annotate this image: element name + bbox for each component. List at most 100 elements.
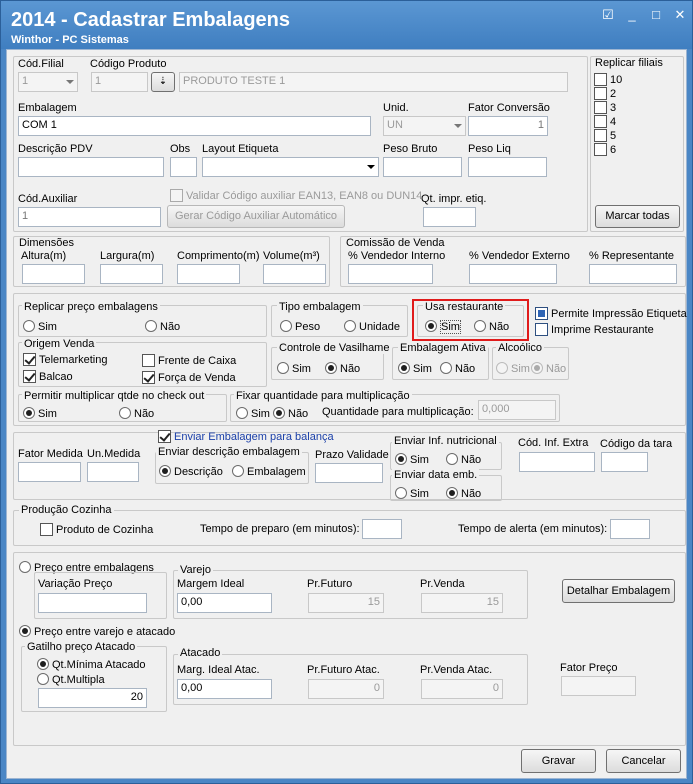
tempo-preparo-field[interactable] — [362, 519, 402, 539]
filial-checkbox[interactable]: 3 — [594, 101, 622, 115]
permitir-mult-sim-radio[interactable]: Sim — [23, 407, 57, 420]
filial-checkbox[interactable]: 6 — [594, 143, 622, 157]
qt-minima-radio[interactable]: Qt.Mínima Atacado — [37, 658, 146, 671]
descricao-radio[interactable]: Descrição — [159, 465, 223, 478]
gatilho-qtd-field[interactable]: 20 — [38, 688, 147, 708]
cod-filial-select[interactable]: 1 — [18, 72, 78, 92]
embalagem-radio[interactable]: Embalagem — [232, 465, 306, 478]
radio-icon — [440, 362, 452, 374]
inf-nutri-nao-radio[interactable]: Não — [446, 453, 481, 466]
checkbox-label: Imprime Restaurante — [551, 324, 654, 336]
maximize-icon[interactable]: □ — [647, 8, 665, 22]
vasilhame-nao-radio[interactable]: Não — [325, 362, 360, 375]
detalhar-embalagem-button[interactable]: Detalhar Embalagem — [562, 579, 675, 603]
tempo-alerta-label: Tempo de alerta (em minutos): — [458, 523, 608, 535]
representante-field[interactable] — [589, 264, 677, 284]
filial-checkbox[interactable]: 5 — [594, 129, 622, 143]
fator-conversao-field[interactable]: 1 — [468, 116, 548, 136]
chevron-down-icon — [454, 124, 462, 128]
inf-nutri-sim-radio[interactable]: Sim — [395, 453, 429, 466]
usa-restaurante-sim-radio[interactable]: Sim — [425, 320, 461, 334]
frente-caixa-checkbox[interactable]: Frente de Caixa — [142, 354, 236, 367]
product-search-icon[interactable]: ⇣ — [151, 72, 175, 92]
produto-cozinha-checkbox[interactable]: Produto de Cozinha — [40, 523, 153, 536]
cod-filial-label: Cód.Filial — [18, 58, 64, 70]
marcar-todas-button[interactable]: Marcar todas — [595, 205, 680, 228]
balcao-checkbox[interactable]: Balcao — [23, 370, 73, 383]
data-emb-sim-radio[interactable]: Sim — [395, 487, 429, 500]
permite-impressao-checkbox[interactable]: Permite Impressão Etiqueta — [535, 307, 687, 320]
pr-venda-atac-field[interactable]: 0 — [421, 679, 503, 699]
restore-icon[interactable]: ☑ — [599, 8, 617, 22]
window-title: 2014 - Cadastrar Embalagens — [11, 9, 291, 31]
unid-select[interactable]: UN — [383, 116, 466, 136]
embalagem-field[interactable]: COM 1 — [18, 116, 371, 136]
cod-inf-extra-field[interactable] — [519, 452, 595, 472]
vasilhame-sim-radio[interactable]: Sim — [277, 362, 311, 375]
descricao-pdv-field[interactable] — [18, 157, 164, 177]
enviar-balanca-checkbox[interactable]: Enviar Embalagem para balança — [158, 430, 334, 443]
tempo-alerta-field[interactable] — [610, 519, 650, 539]
imprime-restaurante-checkbox[interactable]: Imprime Restaurante — [535, 323, 654, 336]
data-emb-nao-radio[interactable]: Não — [446, 487, 481, 500]
layout-etiqueta-select[interactable] — [202, 157, 379, 177]
gravar-button[interactable]: Gravar — [521, 749, 596, 773]
filial-checkbox[interactable]: 2 — [594, 87, 622, 101]
cod-produto-field[interactable]: 1 — [91, 72, 148, 92]
vendedor-externo-field[interactable] — [469, 264, 557, 284]
fator-preco-field[interactable] — [561, 676, 636, 696]
main-window: 2014 - Cadastrar Embalagens Winthor - PC… — [0, 0, 693, 784]
pr-venda-field[interactable]: 15 — [421, 593, 503, 613]
margem-ideal-field[interactable]: 0,00 — [177, 593, 272, 613]
filial-label: 4 — [610, 116, 617, 128]
qt-multipla-radio[interactable]: Qt.Multipla — [37, 673, 105, 686]
fixar-nao-radio[interactable]: Não — [273, 407, 308, 420]
gerar-codigo-button[interactable]: Gerar Código Auxiliar Automático — [167, 205, 345, 228]
telemarketing-checkbox[interactable]: Telemarketing — [23, 353, 107, 366]
peso-bruto-field[interactable] — [383, 157, 462, 177]
pr-futuro-field[interactable]: 15 — [308, 593, 384, 613]
replicar-preco-nao-radio[interactable]: Não — [145, 320, 180, 333]
ativa-sim-radio[interactable]: Sim — [398, 362, 432, 375]
fator-medida-field[interactable] — [18, 462, 81, 482]
radio-icon — [23, 407, 35, 419]
alcoolico-sim-radio[interactable]: Sim — [496, 362, 530, 375]
checkbox-label: Telemarketing — [39, 354, 108, 366]
vendedor-interno-field[interactable] — [348, 264, 433, 284]
usa-restaurante-nao-radio[interactable]: Não — [474, 320, 509, 333]
close-icon[interactable]: ✕ — [671, 8, 689, 22]
ativa-nao-radio[interactable]: Não — [440, 362, 475, 375]
variacao-preco-field[interactable] — [38, 593, 147, 613]
prazo-validade-field[interactable] — [315, 463, 383, 483]
forca-venda-checkbox[interactable]: Força de Venda — [142, 371, 236, 384]
replicar-filiais-title: Replicar filiais — [595, 57, 663, 69]
tipo-peso-radio[interactable]: Peso — [280, 320, 320, 333]
tipo-unidade-radio[interactable]: Unidade — [344, 320, 400, 333]
peso-liq-field[interactable] — [468, 157, 547, 177]
marg-ideal-atac-field[interactable]: 0,00 — [177, 679, 272, 699]
validar-ean-checkbox[interactable]: Validar Código auxiliar EAN13, EAN8 ou D… — [170, 189, 422, 202]
embalagem-ativa-title: Embalagem Ativa — [398, 342, 488, 354]
codigo-tara-field[interactable] — [601, 452, 648, 472]
comprimento-field[interactable] — [177, 264, 240, 284]
altura-field[interactable] — [22, 264, 85, 284]
permitir-mult-nao-radio[interactable]: Não — [119, 407, 154, 420]
volume-field[interactable] — [263, 264, 326, 284]
cod-auxiliar-field[interactable]: 1 — [18, 207, 161, 227]
un-medida-field[interactable] — [87, 462, 139, 482]
filial-checkbox[interactable]: 10 — [594, 73, 622, 87]
qtd-multiplicacao-field[interactable]: 0,000 — [478, 400, 556, 420]
fixar-sim-radio[interactable]: Sim — [236, 407, 270, 420]
cancelar-button[interactable]: Cancelar — [606, 749, 681, 773]
alcoolico-nao-radio[interactable]: Não — [531, 362, 566, 375]
minimize-icon[interactable]: _ — [623, 8, 641, 22]
obs-field[interactable] — [170, 157, 197, 177]
pr-futuro-atac-field[interactable]: 0 — [308, 679, 384, 699]
preco-varejo-atacado-radio[interactable]: Preço entre varejo e atacado — [19, 625, 175, 638]
replicar-preco-sim-radio[interactable]: Sim — [23, 320, 57, 333]
largura-field[interactable] — [100, 264, 163, 284]
filial-checkbox[interactable]: 4 — [594, 115, 622, 129]
pr-futuro-atac-label: Pr.Futuro Atac. — [307, 664, 380, 676]
qt-impr-etiq-field[interactable] — [423, 207, 476, 227]
prazo-validade-label: Prazo Validade — [315, 449, 389, 461]
